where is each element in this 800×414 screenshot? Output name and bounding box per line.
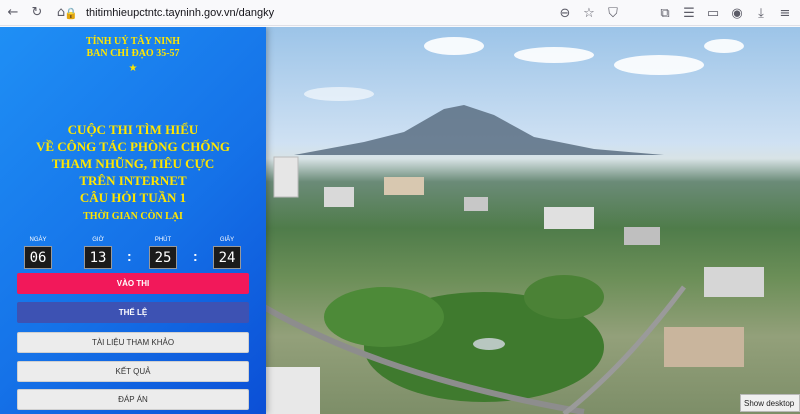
cloud xyxy=(614,55,704,75)
enter-exam-button[interactable]: VÀO THI xyxy=(17,273,249,294)
account-icon[interactable]: ◉ xyxy=(726,2,748,24)
nav-buttons: ← ↻ ⌂ xyxy=(2,2,72,24)
page-content: Show desktop TỈNH UỶ TÂY NINH BAN CHỈ ĐẠ… xyxy=(0,27,800,414)
sidebar-icon[interactable]: ▭ xyxy=(702,2,724,24)
cloud xyxy=(704,39,744,53)
url-text[interactable]: thitimhieupctntc.tayninh.gov.vn/dangky xyxy=(86,7,274,19)
contest-panel: TỈNH UỶ TÂY NINH BAN CHỈ ĐẠO 35-57 ★ CUỘ… xyxy=(0,27,266,414)
hours-value: 13 xyxy=(84,246,112,269)
countdown-separator: : xyxy=(193,248,198,264)
browser-toolbar: ← ↻ ⌂ 🔒 thitimhieupctntc.tayninh.gov.vn/… xyxy=(0,0,800,26)
title-line-1: CUỘC THI TÌM HIỂU xyxy=(67,122,199,137)
reference-docs-button[interactable]: TÀI LIỆU THAM KHẢO xyxy=(17,332,249,353)
title-line-2: VỀ CÔNG TÁC PHÒNG CHỐNG xyxy=(35,139,231,154)
countdown-separator: : xyxy=(127,248,132,264)
menu-icon[interactable]: ≡ xyxy=(774,2,796,24)
title-line-3: THAM NHŨNG, TIÊU CỰC xyxy=(51,156,215,171)
title-line-4: TRÊN INTERNET xyxy=(79,173,187,188)
bookmarks-icon[interactable]: ☰ xyxy=(678,2,700,24)
address-bar[interactable]: 🔒 thitimhieupctntc.tayninh.gov.vn/dangky… xyxy=(64,3,624,23)
show-desktop-tooltip: Show desktop xyxy=(740,394,800,412)
week-label: CÂU HỎI TUẦN 1 xyxy=(79,190,187,205)
cloud xyxy=(424,37,484,55)
days-label: NGÀY xyxy=(29,237,47,243)
org-line-1: TỈNH UỶ TÂY NINH xyxy=(85,36,181,47)
time-remaining-label: THỜI GIAN CÒN LẠI xyxy=(83,211,183,222)
refresh-icon[interactable]: ↻ xyxy=(26,2,48,24)
shield-icon[interactable]: ⛉ xyxy=(602,2,624,24)
answers-button[interactable]: ĐÁP ÁN xyxy=(17,389,249,410)
results-button[interactable]: KẾT QUẢ xyxy=(17,361,249,382)
cloud xyxy=(514,47,594,63)
org-line-2: BAN CHỈ ĐẠO 35-57 xyxy=(86,48,180,59)
extensions-icon[interactable]: ⧉ xyxy=(654,2,676,24)
zoom-icon[interactable]: ⊖ xyxy=(554,2,576,24)
star-icon: ★ xyxy=(128,63,138,74)
seconds-value: 24 xyxy=(213,246,241,269)
back-icon[interactable]: ← xyxy=(2,2,24,24)
download-icon[interactable]: ⤓ xyxy=(750,2,772,24)
city-buildings xyxy=(264,156,764,414)
days-value: 06 xyxy=(24,246,52,269)
organization-header: TỈNH UỶ TÂY NINH BAN CHỈ ĐẠO 35-57 xyxy=(0,36,266,60)
lock-icon[interactable]: 🔒 xyxy=(64,7,78,20)
seconds-label: GIÂY xyxy=(219,237,235,243)
rules-button[interactable]: THỂ LỆ xyxy=(17,302,249,323)
minutes-value: 25 xyxy=(149,246,177,269)
minutes-label: PHÚT xyxy=(154,237,172,243)
star-icon[interactable]: ☆ xyxy=(578,2,600,24)
city-landscape-photo: Show desktop xyxy=(264,27,800,414)
hours-label: GIỜ xyxy=(92,237,104,243)
contest-title: CUỘC THI TÌM HIỂU VỀ CÔNG TÁC PHÒNG CHỐN… xyxy=(0,121,266,206)
